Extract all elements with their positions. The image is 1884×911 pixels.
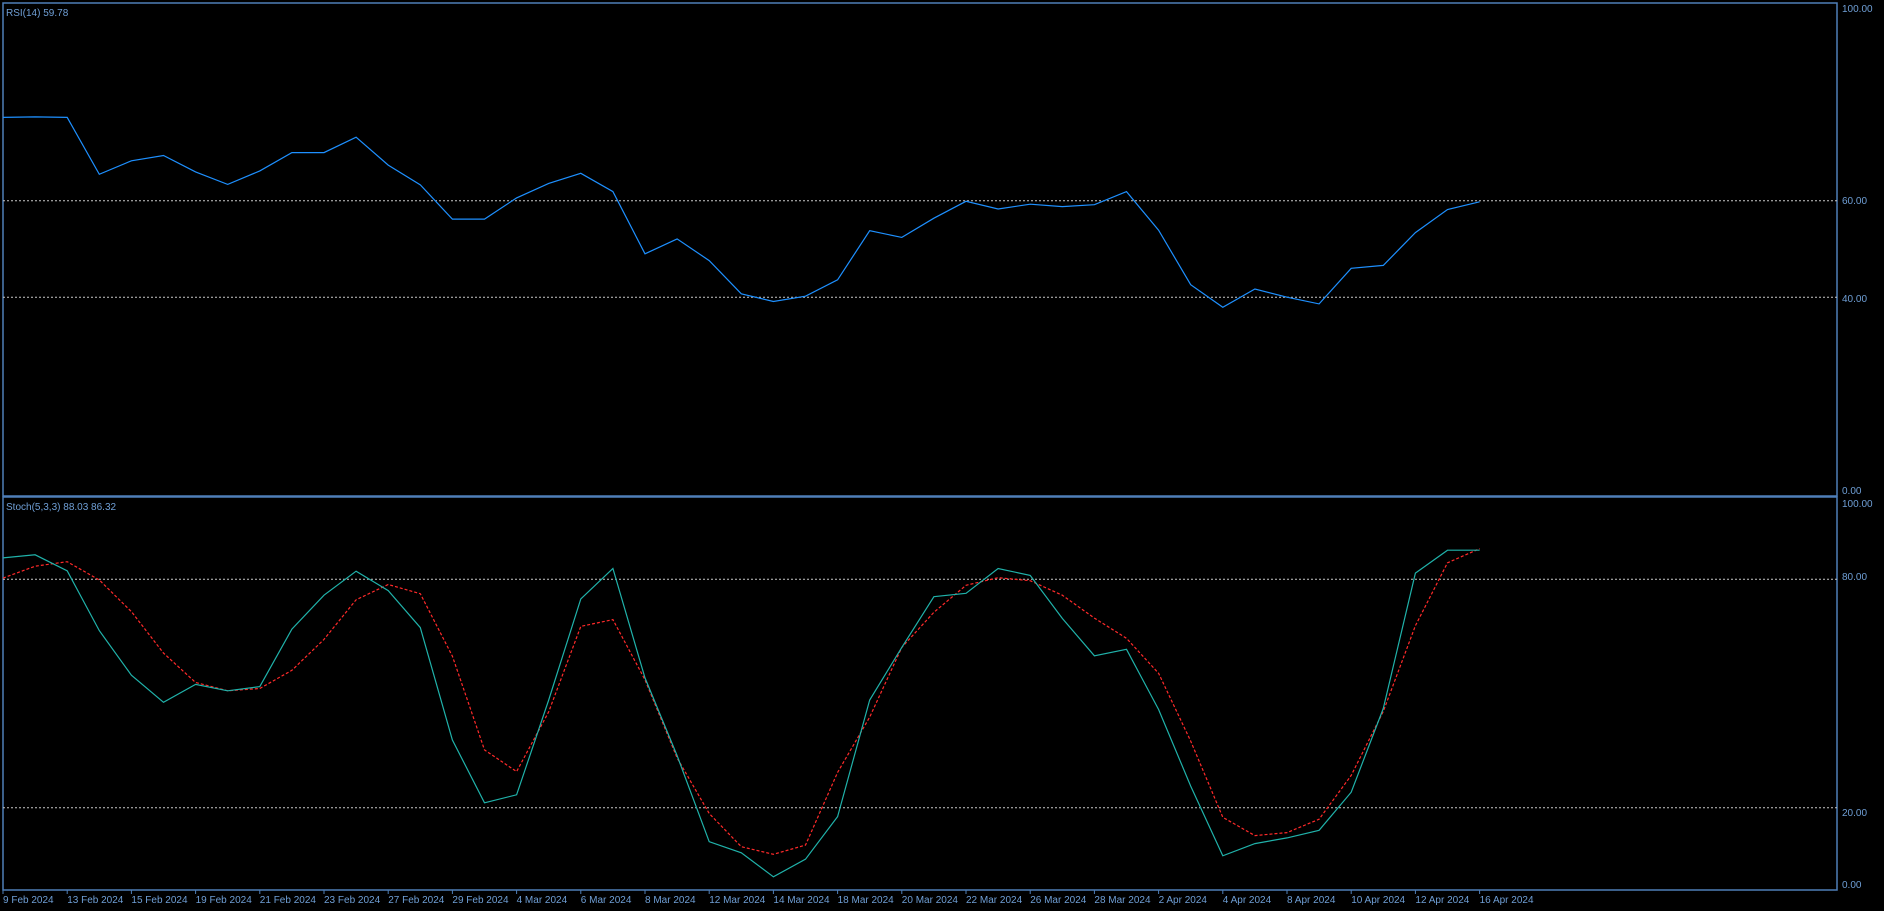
x-tick-label: 13 Feb 2024 (67, 895, 124, 906)
x-tick-label: 12 Apr 2024 (1415, 895, 1469, 906)
x-tick-label: 14 Mar 2024 (773, 895, 830, 906)
rsi-ytick-100: 100.00 (1842, 4, 1873, 15)
stoch-ytick-0: 0.00 (1842, 880, 1862, 891)
x-tick-label: 23 Feb 2024 (324, 895, 381, 906)
x-tick-label: 12 Mar 2024 (709, 895, 766, 906)
x-tick-label: 29 Feb 2024 (452, 895, 509, 906)
x-tick-label: 18 Mar 2024 (838, 895, 895, 906)
x-tick-label: 20 Mar 2024 (902, 895, 959, 906)
x-tick-label: 8 Apr 2024 (1287, 895, 1336, 906)
x-tick-label: 6 Mar 2024 (581, 895, 632, 906)
rsi-panel-frame (2, 2, 1838, 497)
x-tick-label: 28 Mar 2024 (1094, 895, 1151, 906)
rsi-ytick-0: 0.00 (1842, 486, 1862, 497)
rsi-ytick-40: 40.00 (1842, 294, 1867, 305)
x-tick-label: 9 Feb 2024 (3, 895, 54, 906)
stoch-panel-frame (2, 496, 1838, 891)
x-tick-label: 15 Feb 2024 (131, 895, 188, 906)
x-axis: 9 Feb 2024 13 Feb 2024 15 Feb 2024 19 Feb 2… (2, 890, 1534, 906)
x-tick-label: 8 Mar 2024 (645, 895, 696, 906)
stoch-title: Stoch(5,3,3) 88.03 86.32 (6, 502, 117, 513)
x-tick-label: 21 Feb 2024 (260, 895, 317, 906)
x-tick-label: 16 Apr 2024 (1480, 895, 1534, 906)
x-tick-label: 26 Mar 2024 (1030, 895, 1087, 906)
x-tick-label: 2 Apr 2024 (1159, 895, 1208, 906)
rsi-panel: RSI(14) 59.78 100.00 60.00 40.00 0.00 (2, 2, 1873, 497)
rsi-title: RSI(14) 59.78 (6, 8, 69, 19)
x-tick-label: 27 Feb 2024 (388, 895, 445, 906)
x-tick-label: 4 Mar 2024 (517, 895, 568, 906)
stoch-ytick-20: 20.00 (1842, 808, 1867, 819)
x-tick-label: 10 Apr 2024 (1351, 895, 1405, 906)
rsi-ytick-60: 60.00 (1842, 196, 1867, 207)
stoch-ytick-80: 80.00 (1842, 572, 1867, 583)
stoch-ytick-100: 100.00 (1842, 499, 1873, 510)
stoch-panel: Stoch(5,3,3) 88.03 86.32 100.00 80.00 20… (2, 496, 1873, 891)
chart-canvas: RSI(14) 59.78 100.00 60.00 40.00 0.00 St… (2, 2, 1873, 906)
x-tick-label: 4 Apr 2024 (1223, 895, 1272, 906)
x-tick-label: 19 Feb 2024 (196, 895, 253, 906)
x-tick-label: 22 Mar 2024 (966, 895, 1023, 906)
